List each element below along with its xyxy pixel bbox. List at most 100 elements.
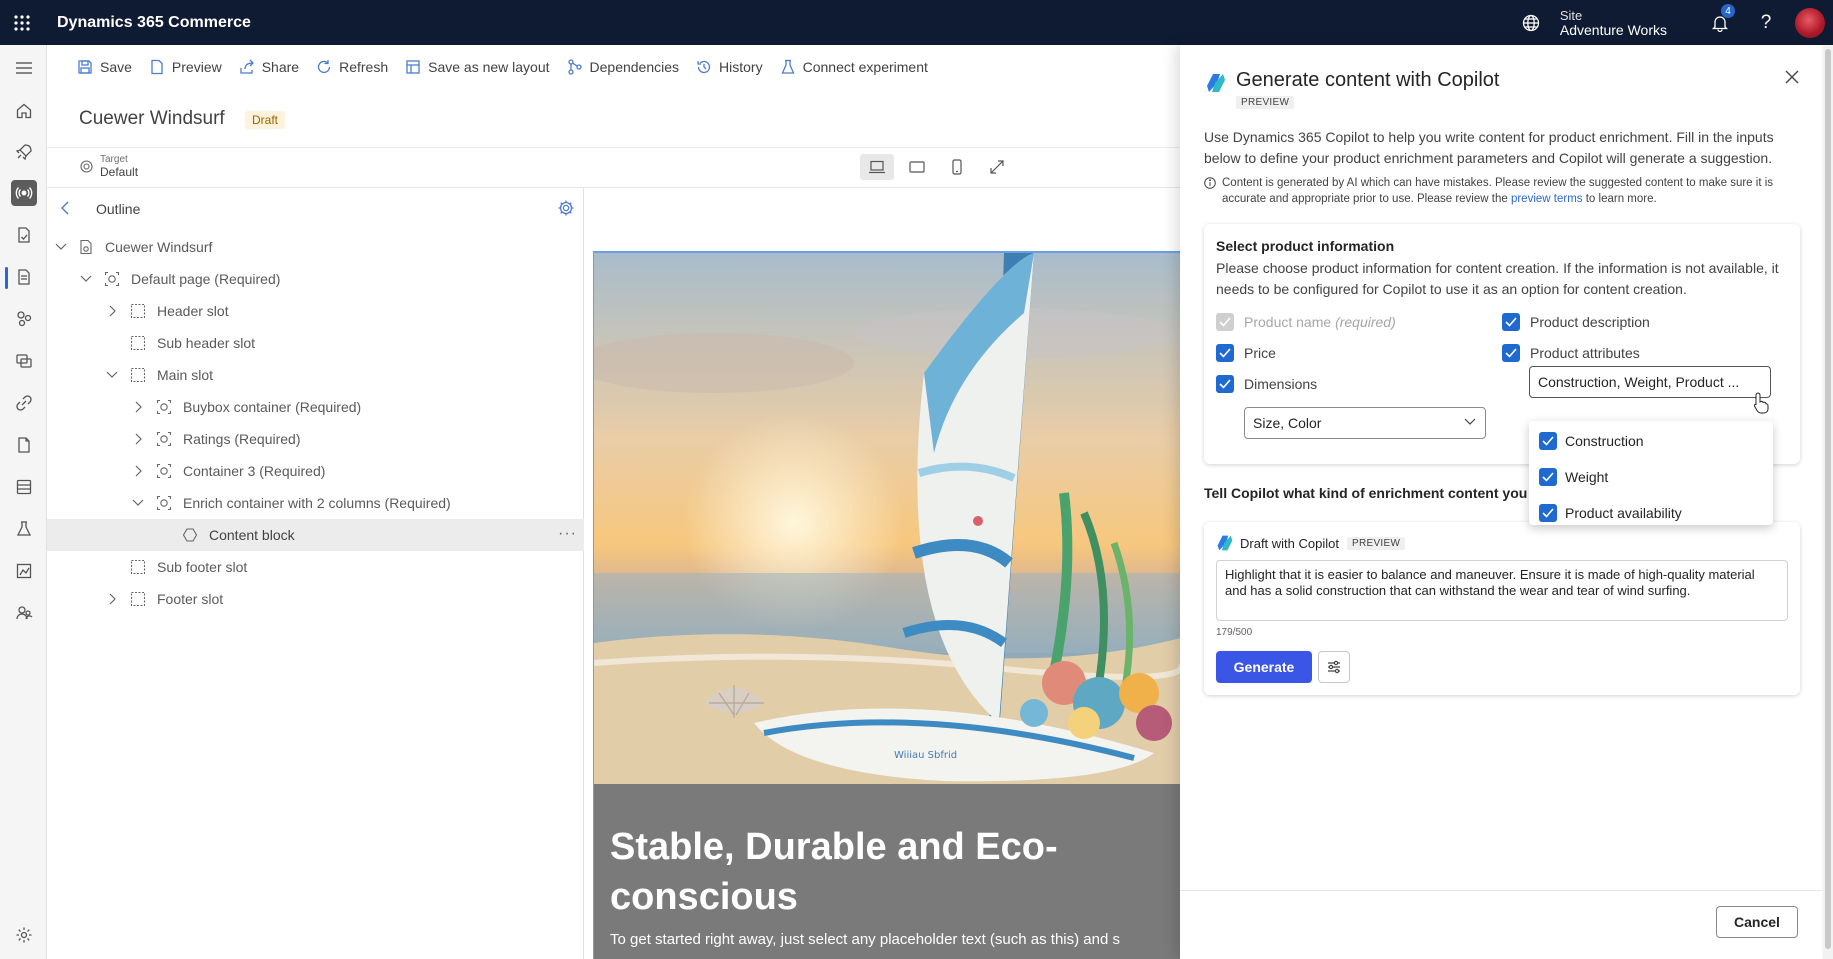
tree-item-enrich-container[interactable]: Enrich container with 2 columns (Require… [47,487,584,519]
app-title[interactable]: Dynamics 365 Commerce [57,14,251,32]
tree-item-label: Footer slot [157,591,224,607]
flask-icon[interactable] [0,509,47,549]
target-selector[interactable]: Target Default [80,153,138,179]
chevron-down-icon[interactable] [131,496,145,510]
chevron-right-icon[interactable] [106,304,120,318]
document-icon[interactable] [0,425,47,465]
tree-item-label: Enrich container with 2 columns (Require… [183,495,451,511]
tree-item-container-3[interactable]: Container 3 (Required) [47,455,584,487]
links-icon[interactable] [0,383,47,423]
home-icon[interactable] [0,91,47,131]
tree-item-footer-slot[interactable]: Footer slot [47,583,584,615]
scrollbar-thumb[interactable] [1825,49,1831,949]
info-icon [1204,175,1222,207]
help-icon: ? [1760,11,1772,33]
tree-item-content-block[interactable]: Content block ··· [47,519,584,551]
preview-terms-link[interactable]: preview terms [1511,193,1583,205]
chevron-down-icon[interactable] [54,240,68,254]
layout-icon[interactable] [0,467,47,507]
product-name-checkbox: Product name (required) [1216,313,1396,331]
more-options-icon[interactable]: ··· [558,525,577,543]
history-button[interactable]: History [696,59,763,75]
chevron-right-icon[interactable] [106,592,120,606]
templates-icon[interactable] [0,341,47,381]
gear-icon[interactable] [557,199,575,217]
tree-item-label: Header slot [157,303,229,319]
tree-item-ratings[interactable]: Ratings (Required) [47,423,584,455]
desktop-view-button[interactable] [860,154,894,180]
app-launcher-icon[interactable] [0,0,44,45]
hamburger-menu-icon[interactable] [0,48,47,88]
tree-item-buybox-container[interactable]: Buybox container (Required) [47,391,584,423]
chevron-down-icon[interactable] [105,368,119,382]
tree-item-main-slot[interactable]: Main slot [47,359,584,391]
chevron-down-icon[interactable] [79,272,93,286]
phone-icon [951,159,963,175]
tree-item-sub-header-slot[interactable]: Sub header slot [47,327,584,359]
rocket-icon[interactable] [0,132,47,172]
chevron-right-icon[interactable] [132,400,146,414]
notifications-button[interactable]: 4 [1697,0,1743,45]
share-button[interactable]: Share [239,59,299,75]
user-avatar[interactable] [1795,7,1825,38]
generate-button[interactable]: Generate [1216,651,1312,683]
close-icon[interactable] [1785,70,1799,84]
attribute-option-construction[interactable]: Construction [1539,432,1644,450]
preview-button[interactable]: Preview [149,59,222,75]
product-attributes-checkbox[interactable]: Product attributes [1502,344,1640,362]
tree-item-sub-footer-slot[interactable]: Sub footer slot [47,551,584,583]
content-block-preview[interactable]: Wiiiau Sbfrid Stable, Durable and Eco-co… [593,251,1180,959]
globe-icon [1522,14,1540,32]
tree-item-default-page[interactable]: Default page (Required) [47,263,584,295]
tree-item-label: Main slot [157,367,214,383]
site-picker[interactable]: Site Adventure Works [1522,8,1667,38]
settings-gear-icon[interactable] [0,915,47,955]
fragments-icon[interactable] [0,299,47,339]
price-checkbox[interactable]: Price [1216,344,1276,362]
dependencies-button[interactable]: Dependencies [567,59,680,75]
outline-title: Outline [96,201,141,217]
connect-experiment-button[interactable]: Connect experiment [780,59,928,75]
broadcast-icon[interactable] [0,173,47,213]
chevron-right-icon[interactable] [132,464,146,478]
panel-scrollbar[interactable] [1823,45,1833,959]
people-icon[interactable] [0,593,47,633]
dimensions-dropdown[interactable]: Size, Color [1244,407,1486,439]
pages-icon[interactable] [0,257,47,297]
hero-body[interactable]: To get started right away, just select a… [610,931,1180,948]
page-check-icon[interactable] [0,215,47,255]
tablet-view-button[interactable] [900,154,934,180]
board-logo-text: Wiiiau Sbfrid [894,750,957,761]
product-description-checkbox[interactable]: Product description [1502,313,1650,331]
tree-item-header-slot[interactable]: Header slot [47,295,584,327]
reports-icon[interactable] [0,551,47,591]
save-button[interactable]: Save [77,59,132,75]
save-as-new-layout-button[interactable]: Save as new layout [405,59,550,75]
mobile-view-button[interactable] [940,154,974,180]
attributes-dropdown[interactable]: Construction, Weight, Product ... [1529,366,1771,398]
fullscreen-button[interactable] [980,154,1014,180]
prompt-textarea[interactable]: Highlight that it is easier to balance a… [1216,560,1788,621]
chevron-right-icon[interactable] [132,432,146,446]
adjust-settings-button[interactable] [1318,651,1350,683]
checkmark-icon [1539,468,1557,486]
back-arrow-icon[interactable] [59,200,71,216]
dimensions-checkbox[interactable]: Dimensions [1216,375,1317,393]
checkmark-icon [1216,375,1234,393]
dependencies-label: Dependencies [589,59,680,75]
product-description-label: Product description [1530,314,1650,330]
slot-icon [130,591,146,607]
hero-heading[interactable]: Stable, Durable and Eco-conscious [610,822,1180,922]
layout-save-icon [405,59,428,75]
cancel-button[interactable]: Cancel [1716,906,1798,938]
refresh-button[interactable]: Refresh [316,59,388,75]
attribute-option-weight[interactable]: Weight [1539,468,1608,486]
refresh-icon [316,59,339,75]
attribute-option-product-availability[interactable]: Product availability [1539,504,1682,522]
tree-item-label: Container 3 (Required) [183,463,326,479]
help-button[interactable]: ? [1743,0,1789,45]
tree-item-page[interactable]: Cuewer Windsurf [47,231,584,263]
tree-item-label: Buybox container (Required) [183,399,362,415]
site-label: Site [1559,7,1583,23]
tablet-icon [908,160,926,174]
